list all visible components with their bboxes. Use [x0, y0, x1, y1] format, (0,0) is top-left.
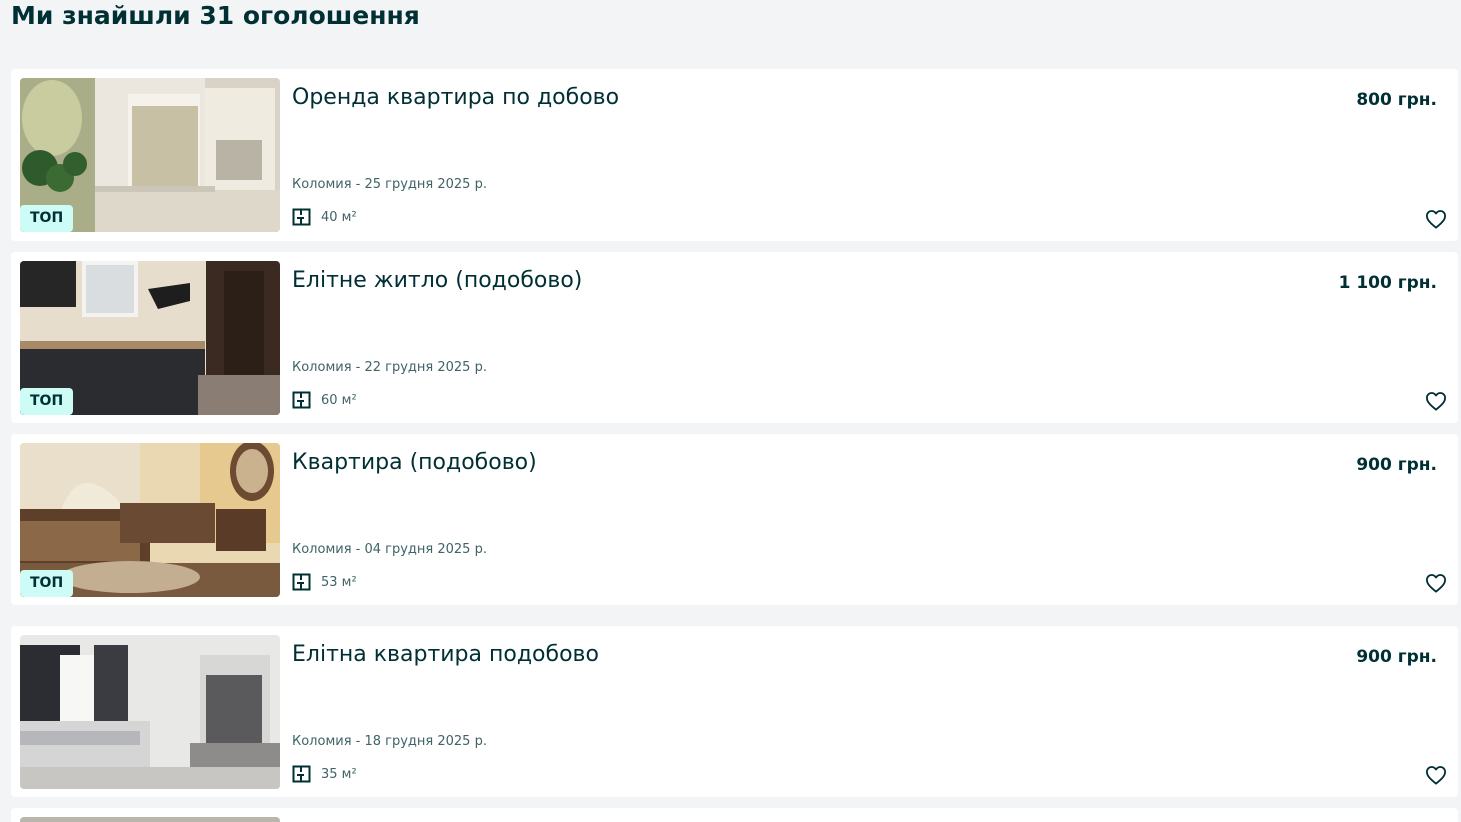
listing-title[interactable]: Елітне житло (подобово): [292, 266, 582, 296]
listing-photo[interactable]: [20, 817, 280, 822]
page-title: Ми знайшли 31 оголошення: [11, 1, 420, 30]
listing-photo[interactable]: [20, 635, 280, 789]
floor-plan-icon: [292, 573, 311, 591]
listing-location-date: Коломия - 04 грудня 2025 р.: [292, 542, 487, 557]
listing-area-value: 53 м²: [321, 574, 357, 590]
listing-location-date: Коломия - 25 грудня 2025 р.: [292, 177, 487, 192]
listing-title[interactable]: Елітна квартира подобово: [292, 640, 599, 670]
listing-location-date: Коломия - 18 грудня 2025 р.: [292, 734, 487, 749]
listing-price: 900 грн.: [1356, 455, 1437, 475]
listing-card[interactable]: ТОП Квартира (подобово) 900 грн. Коломия…: [11, 434, 1458, 605]
heart-outline-icon: [1425, 210, 1446, 229]
top-badge: ТОП: [20, 388, 74, 415]
heart-outline-icon: [1425, 574, 1446, 593]
listing-area: 60 м²: [292, 391, 357, 409]
favorite-button[interactable]: [1422, 205, 1450, 233]
listing-area: 35 м²: [292, 765, 357, 783]
listing-area: 53 м²: [292, 573, 357, 591]
favorite-button[interactable]: [1422, 387, 1450, 415]
listing-price: 1 100 грн.: [1338, 273, 1437, 293]
listing-area-value: 40 м²: [321, 209, 357, 225]
heart-outline-icon: [1425, 766, 1446, 785]
listing-area: 40 м²: [292, 208, 357, 226]
favorite-button[interactable]: [1422, 569, 1450, 597]
listing-card[interactable]: Елітна квартира подобово 900 грн. Коломи…: [11, 626, 1458, 797]
floor-plan-icon: [292, 208, 311, 226]
heart-outline-icon: [1425, 392, 1446, 411]
listing-area-value: 60 м²: [321, 392, 357, 408]
floor-plan-icon: [292, 391, 311, 409]
listing-card[interactable]: [11, 808, 1458, 822]
listing-photo[interactable]: ТОП: [20, 261, 280, 415]
listing-title[interactable]: Оренда квартира по добово: [292, 83, 619, 113]
listing-price: 900 грн.: [1356, 647, 1437, 667]
top-badge: ТОП: [20, 570, 74, 597]
listing-location-date: Коломия - 22 грудня 2025 р.: [292, 360, 487, 375]
top-badge: ТОП: [20, 205, 74, 232]
listing-area-value: 35 м²: [321, 766, 357, 782]
listing-title[interactable]: Квартира (подобово): [292, 448, 537, 478]
listing-photo[interactable]: ТОП: [20, 78, 280, 232]
listing-card[interactable]: ТОП Елітне житло (подобово) 1 100 грн. К…: [11, 252, 1458, 423]
listing-card[interactable]: ТОП Оренда квартира по добово 800 грн. К…: [11, 69, 1458, 241]
listing-price: 800 грн.: [1356, 90, 1437, 110]
listing-photo[interactable]: ТОП: [20, 443, 280, 597]
favorite-button[interactable]: [1422, 761, 1450, 789]
floor-plan-icon: [292, 765, 311, 783]
